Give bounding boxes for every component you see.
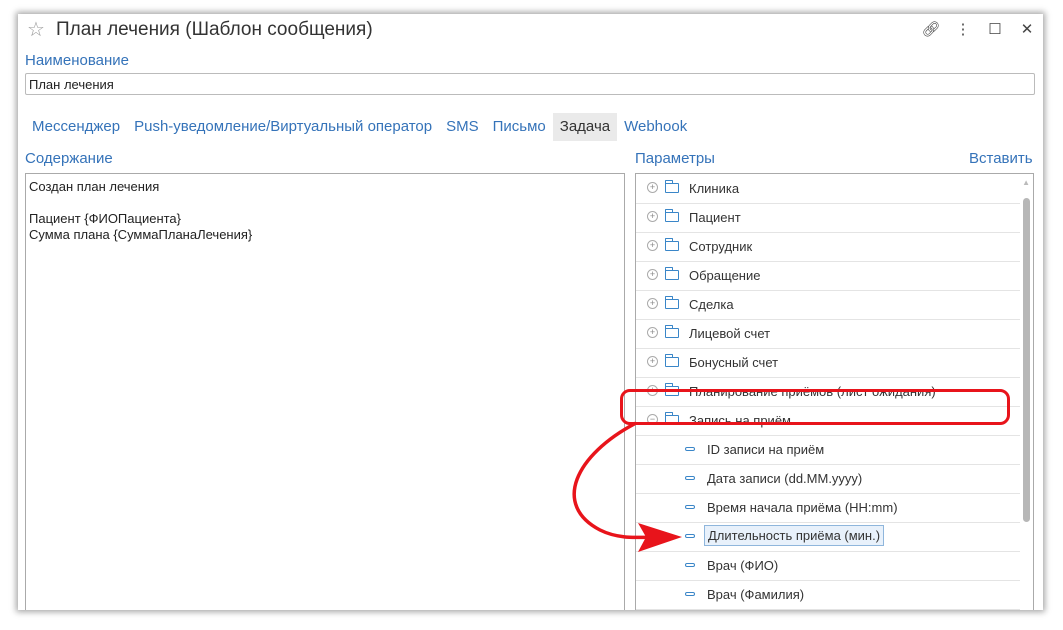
annotation-arrow xyxy=(572,421,682,552)
annotation-arrow-curve xyxy=(572,421,661,540)
